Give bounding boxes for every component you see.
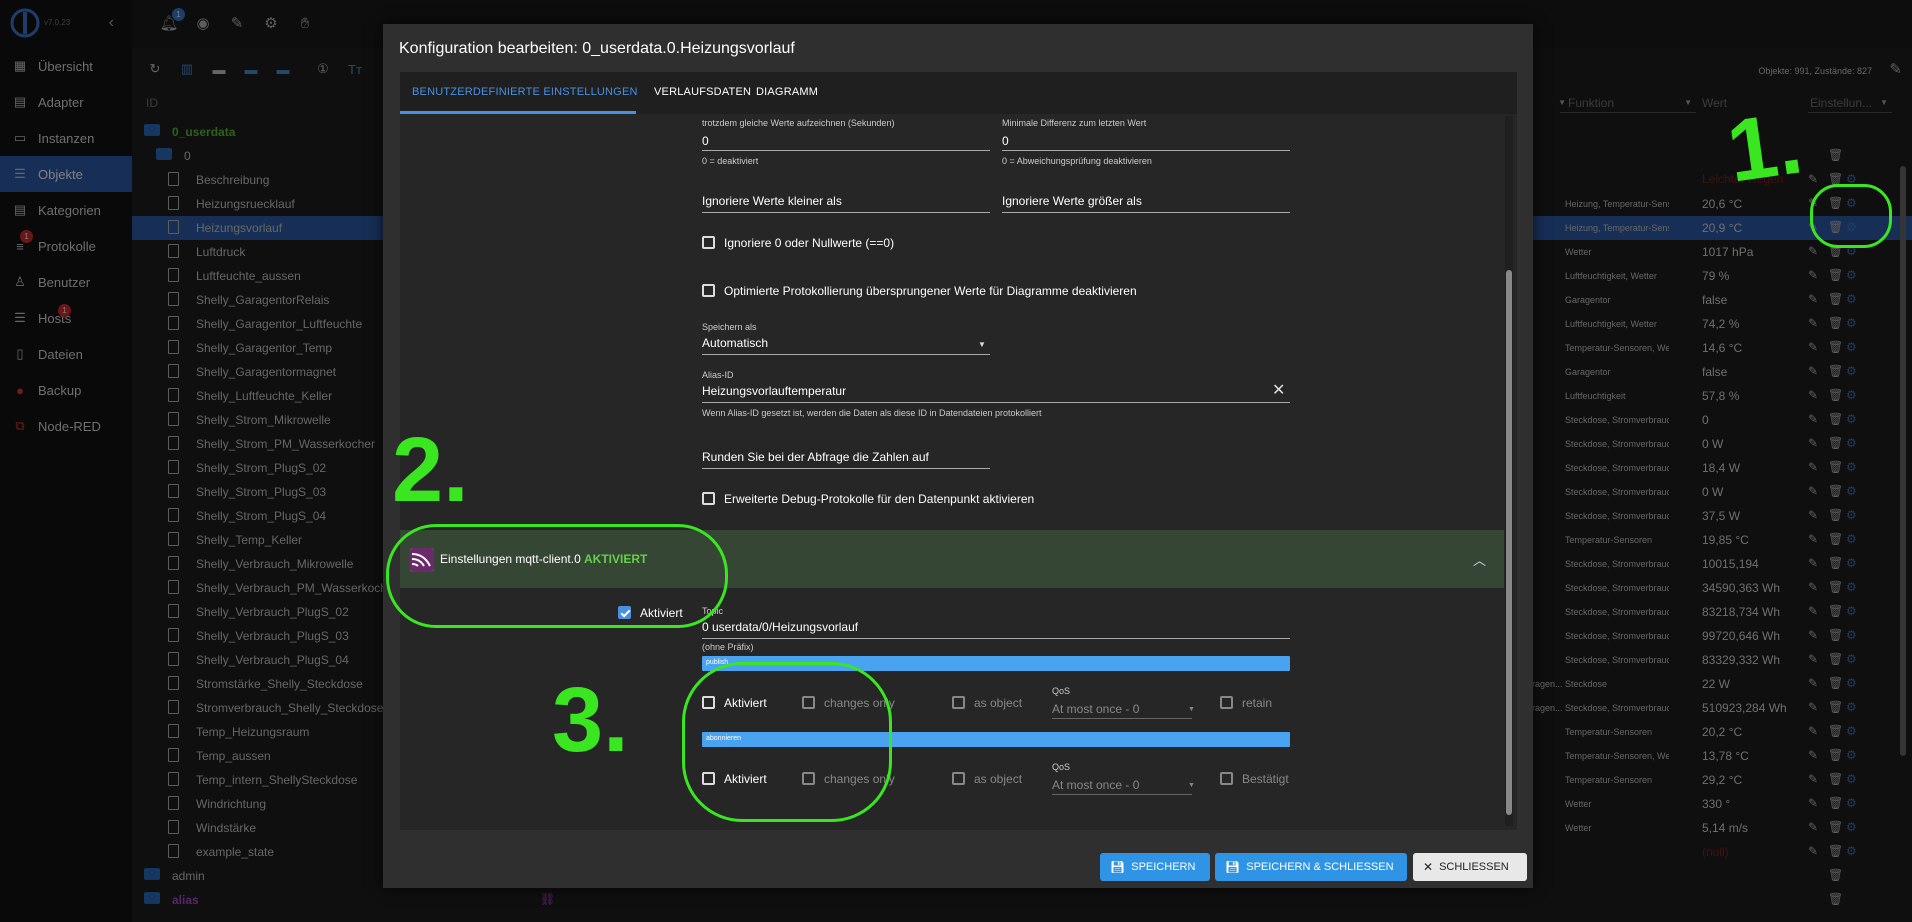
- dialog-scrollbar-thumb[interactable]: [1506, 270, 1512, 815]
- alias-id-input[interactable]: Heizungsvorlauftemperatur: [702, 384, 846, 398]
- chevron-down-icon[interactable]: ▼: [1188, 706, 1195, 713]
- ignore-zero-label: Ignoriere 0 oder Nullwerte (==0): [724, 236, 895, 250]
- dialog-tabs: BENUTZERDEFINIERTE EINSTELLUNGEN VERLAUF…: [400, 72, 1517, 114]
- clear-icon[interactable]: ✕: [1272, 380, 1285, 400]
- save-icon: 💾︎: [1225, 860, 1241, 874]
- topic-help: (ohne Präfix): [702, 642, 754, 652]
- debug-label: Erweiterte Debug-Protokolle für den Date…: [724, 492, 1035, 506]
- same-values-help: 0 = deaktiviert: [702, 156, 759, 166]
- close-button-label: SCHLIESSEN: [1439, 861, 1509, 873]
- publish-object-label: as object: [974, 696, 1023, 710]
- publish-qos-label: QoS: [1052, 686, 1071, 696]
- annotation-number-3: 3.: [552, 669, 629, 771]
- save-close-button[interactable]: 💾︎ SPEICHERN & SCHLIESSEN: [1215, 853, 1407, 881]
- retain-checkbox[interactable]: [1220, 696, 1233, 709]
- annotation-circle-2: [386, 524, 728, 628]
- topic-input[interactable]: 0 userdata/0/Heizungsvorlauf: [702, 620, 858, 634]
- subscribe-object-checkbox[interactable]: [952, 772, 965, 785]
- store-as-underline: [702, 354, 990, 355]
- alias-id-underline: [702, 402, 1290, 403]
- confirm-label: Bestätigt: [1242, 772, 1289, 786]
- chevron-down-icon[interactable]: ▼: [978, 340, 986, 349]
- ignore-bigger-input[interactable]: Ignoriere Werte größer als: [1002, 194, 1142, 208]
- subscribe-object-label: as object: [974, 772, 1023, 786]
- store-as-select[interactable]: Automatisch: [702, 336, 768, 350]
- optimized-log-label: Optimierte Protokollierung übersprungene…: [724, 284, 1137, 298]
- chevron-down-icon[interactable]: ▼: [1188, 782, 1195, 789]
- tab-benutzerdefiniert[interactable]: BENUTZERDEFINIERTE EINSTELLUNGEN: [412, 86, 638, 98]
- round-input[interactable]: Runden Sie bei der Abfrage die Zahlen au…: [702, 450, 929, 464]
- publish-object-checkbox[interactable]: [952, 696, 965, 709]
- publish-qos-underline: [1052, 718, 1192, 719]
- tab-diagramm[interactable]: DIAGRAMM: [756, 86, 818, 98]
- alias-id-help: Wenn Alias-ID gesetzt ist, werden die Da…: [702, 408, 1042, 418]
- subscribe-qos-underline: [1052, 794, 1192, 795]
- publish-qos-select[interactable]: At most once - 0: [1052, 702, 1139, 716]
- store-as-label: Speichern als: [702, 322, 757, 332]
- topic-underline: [702, 638, 1290, 639]
- dialog-scrollbar[interactable]: [1505, 116, 1513, 826]
- tab-verlaufsdaten[interactable]: VERLAUFSDATEN: [654, 86, 751, 98]
- annotation-circle-3: [682, 662, 892, 822]
- min-diff-input[interactable]: 0: [1002, 134, 1009, 148]
- annotation-circle-1: [1810, 184, 1892, 248]
- annotation-number-1: 1.: [1721, 92, 1808, 201]
- ignore-smaller-input[interactable]: Ignoriere Werte kleiner als: [702, 194, 842, 208]
- round-underline: [702, 468, 990, 469]
- same-values-input[interactable]: 0: [702, 134, 709, 148]
- dialog-title: Konfiguration bearbeiten: 0_userdata.0.H…: [399, 40, 795, 57]
- same-values-label: trotzdem gleiche Werte aufzeichnen (Seku…: [702, 118, 895, 128]
- save-button-label: SPEICHERN: [1131, 861, 1196, 873]
- close-button[interactable]: ✕ SCHLIESSEN: [1413, 853, 1527, 881]
- ignore-bigger-underline: [1002, 212, 1290, 213]
- save-icon: 💾︎: [1110, 860, 1126, 874]
- optimized-log-checkbox[interactable]: [702, 284, 715, 297]
- debug-checkbox[interactable]: [702, 492, 715, 505]
- save-close-button-label: SPEICHERN & SCHLIESSEN: [1246, 861, 1394, 873]
- close-icon: ✕: [1423, 860, 1434, 874]
- confirm-checkbox[interactable]: [1220, 772, 1233, 785]
- min-diff-underline: [1002, 150, 1290, 151]
- alias-id-label: Alias-ID: [702, 370, 734, 380]
- retain-label: retain: [1242, 696, 1273, 710]
- save-button[interactable]: 💾︎ SPEICHERN: [1100, 853, 1210, 881]
- subscribe-qos-select[interactable]: At most once - 0: [1052, 778, 1139, 792]
- ignore-smaller-underline: [702, 212, 990, 213]
- min-diff-help: 0 = Abweichungsprüfung deaktivieren: [1002, 156, 1152, 166]
- annotation-number-2: 2.: [392, 419, 469, 521]
- chevron-up-icon[interactable]: ︿: [1473, 550, 1486, 569]
- min-diff-label: Minimale Differenz zum letzten Wert: [1002, 118, 1147, 128]
- subscribe-qos-label: QoS: [1052, 762, 1071, 772]
- ignore-zero-checkbox[interactable]: [702, 236, 715, 249]
- same-values-underline: [702, 150, 990, 151]
